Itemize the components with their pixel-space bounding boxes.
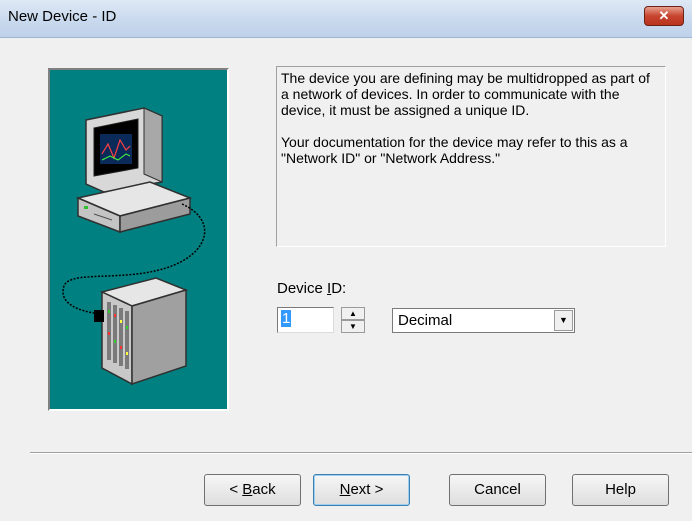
- back-button[interactable]: < Back: [204, 474, 301, 506]
- description-paragraph: The device you are defining may be multi…: [281, 70, 650, 118]
- description-box: The device you are defining may be multi…: [276, 66, 666, 247]
- title-bar: New Device - ID ✕: [0, 0, 692, 38]
- id-format-select[interactable]: Decimal ▼: [392, 308, 575, 333]
- close-icon: ✕: [658, 8, 670, 23]
- chevron-down-icon: ▼: [349, 322, 357, 331]
- device-id-label: Device ID:: [277, 280, 346, 297]
- device-rack-icon: [94, 277, 189, 386]
- spin-up-button[interactable]: ▲: [341, 307, 365, 320]
- next-label-suffix: ext >: [350, 481, 384, 498]
- close-button[interactable]: ✕: [644, 6, 684, 26]
- cancel-label: Cancel: [474, 481, 521, 498]
- description-paragraph: Your documentation for the device may re…: [281, 134, 628, 166]
- chevron-down-icon: ▼: [559, 315, 568, 325]
- divider: [30, 452, 692, 454]
- spin-down-button[interactable]: ▼: [341, 320, 365, 333]
- back-label-prefix: <: [229, 481, 243, 498]
- window-title: New Device - ID: [8, 8, 117, 25]
- computer-monitor-icon: [75, 107, 193, 234]
- dropdown-button[interactable]: ▼: [554, 310, 573, 331]
- device-id-label-suffix: D:: [331, 280, 347, 297]
- chevron-up-icon: ▲: [349, 309, 357, 318]
- device-id-label-prefix: Device: [277, 280, 328, 297]
- back-label-suffix: ack: [252, 481, 276, 498]
- illustration: [62, 107, 206, 386]
- device-id-input[interactable]: 1: [277, 307, 334, 333]
- illustration-panel: [48, 68, 229, 411]
- device-id-spinner[interactable]: ▲ ▼: [341, 307, 365, 333]
- back-label-accelerator: B: [242, 481, 253, 498]
- device-id-value: 1: [281, 310, 292, 327]
- id-format-value: Decimal: [398, 312, 453, 329]
- next-label-accelerator: N: [339, 481, 351, 498]
- cancel-button[interactable]: Cancel: [449, 474, 546, 506]
- next-button[interactable]: Next >: [313, 474, 410, 506]
- help-button[interactable]: Help: [572, 474, 669, 506]
- help-label: Help: [605, 481, 636, 498]
